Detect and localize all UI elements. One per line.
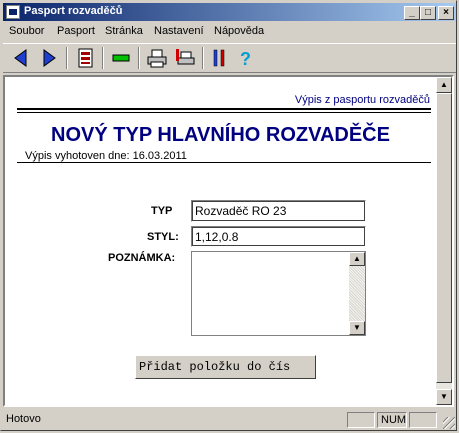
status-bar: Hotovo NUM (3, 410, 456, 430)
scroll-thumb[interactable] (436, 93, 452, 383)
close-button[interactable]: × (438, 6, 454, 20)
toolbar-separator (102, 47, 104, 69)
page-title: NOVÝ TYP HLAVNÍHO ROZVADĚČE (51, 124, 390, 146)
menu-soubor[interactable]: Soubor (9, 25, 44, 37)
print-setup-icon (176, 49, 195, 65)
styl-label: STYL: (147, 231, 179, 243)
textarea-scroll-up-button[interactable]: ▲ (349, 252, 365, 266)
menu-napoveda[interactable]: Nápověda (214, 25, 264, 37)
status-text: Hotovo (6, 413, 41, 425)
minimize-icon: _ (409, 7, 415, 18)
triangle-down-icon: ▼ (440, 392, 448, 401)
insert-row-button[interactable] (109, 47, 133, 69)
scroll-up-button[interactable]: ▲ (436, 77, 452, 93)
menu-bar: Soubor Pasport Stránka Nastavení Nápověd… (3, 22, 456, 41)
print-button[interactable] (145, 47, 169, 69)
status-panel-caps (347, 412, 375, 428)
insert-row-icon (112, 54, 130, 62)
title-bar[interactable]: Pasport rozvaděčů _ □ × (3, 3, 456, 21)
textarea-scroll-down-button[interactable]: ▼ (349, 321, 365, 335)
help-button[interactable]: ? (233, 47, 257, 69)
minimize-button[interactable]: _ (404, 6, 420, 20)
triangle-up-icon: ▲ (353, 254, 361, 263)
document-button[interactable] (73, 47, 97, 69)
window-title: Pasport rozvaděčů (24, 5, 123, 17)
report-header: Výpis z pasportu rozvaděčů (294, 94, 430, 106)
toolbar-separator (138, 47, 140, 69)
menu-stranka[interactable]: Stránka (105, 25, 143, 37)
report-page: Výpis z pasportu rozvaděčů NOVÝ TYP HLAV… (5, 77, 436, 405)
toolbar: ? (3, 43, 456, 73)
print-icon (147, 49, 167, 68)
forward-arrow-icon (43, 49, 56, 67)
poznamka-textarea[interactable]: ▲ ▼ (191, 251, 366, 336)
typ-label: TYP (151, 205, 173, 217)
styl-value: 1,12,0.8 (195, 230, 239, 244)
scroll-down-button[interactable]: ▼ (436, 389, 452, 405)
document-icon (78, 48, 93, 68)
back-arrow-icon (14, 49, 27, 67)
close-icon: × (443, 7, 449, 18)
add-item-button[interactable]: Přidat položku do čís (135, 355, 316, 379)
typ-input[interactable]: Rozvaděč RO 23 (191, 200, 366, 222)
print-setup-button[interactable] (173, 47, 197, 69)
maximize-icon: □ (424, 7, 432, 18)
toolbar-separator (66, 47, 68, 69)
forward-button[interactable] (37, 47, 61, 69)
status-num: NUM (377, 412, 407, 428)
triangle-down-icon: ▼ (353, 323, 361, 332)
date-line: Výpis vyhotoven dne: 16.03.2011 (25, 150, 187, 162)
poznamka-label: POZNÁMKA: (108, 252, 176, 264)
menu-nastaveni[interactable]: Nastavení (154, 25, 204, 37)
styl-input[interactable]: 1,12,0.8 (191, 226, 366, 247)
resize-grip-icon[interactable] (443, 417, 455, 429)
tools-icon (213, 49, 225, 67)
textarea-scrollbar[interactable]: ▲ ▼ (349, 252, 365, 335)
title-rule (17, 162, 431, 163)
menu-pasport[interactable]: Pasport (57, 25, 95, 37)
maximize-button[interactable]: □ (420, 6, 436, 20)
triangle-up-icon: ▲ (440, 80, 448, 89)
header-rule (17, 112, 431, 113)
svg-text:?: ? (240, 49, 251, 69)
app-icon[interactable] (6, 5, 20, 19)
tools-button[interactable] (208, 47, 232, 69)
help-icon: ? (240, 49, 251, 69)
toolbar-separator (202, 47, 204, 69)
typ-value: Rozvaděč RO 23 (195, 204, 287, 218)
document-view[interactable]: Výpis z pasportu rozvaděčů NOVÝ TYP HLAV… (3, 75, 454, 407)
vertical-scrollbar[interactable]: ▲ ▼ (436, 77, 452, 405)
application-window: Pasport rozvaděčů _ □ × Soubor Pasport S… (0, 0, 457, 431)
status-panel-scroll (409, 412, 437, 428)
header-rule (17, 108, 431, 110)
back-button[interactable] (9, 47, 33, 69)
